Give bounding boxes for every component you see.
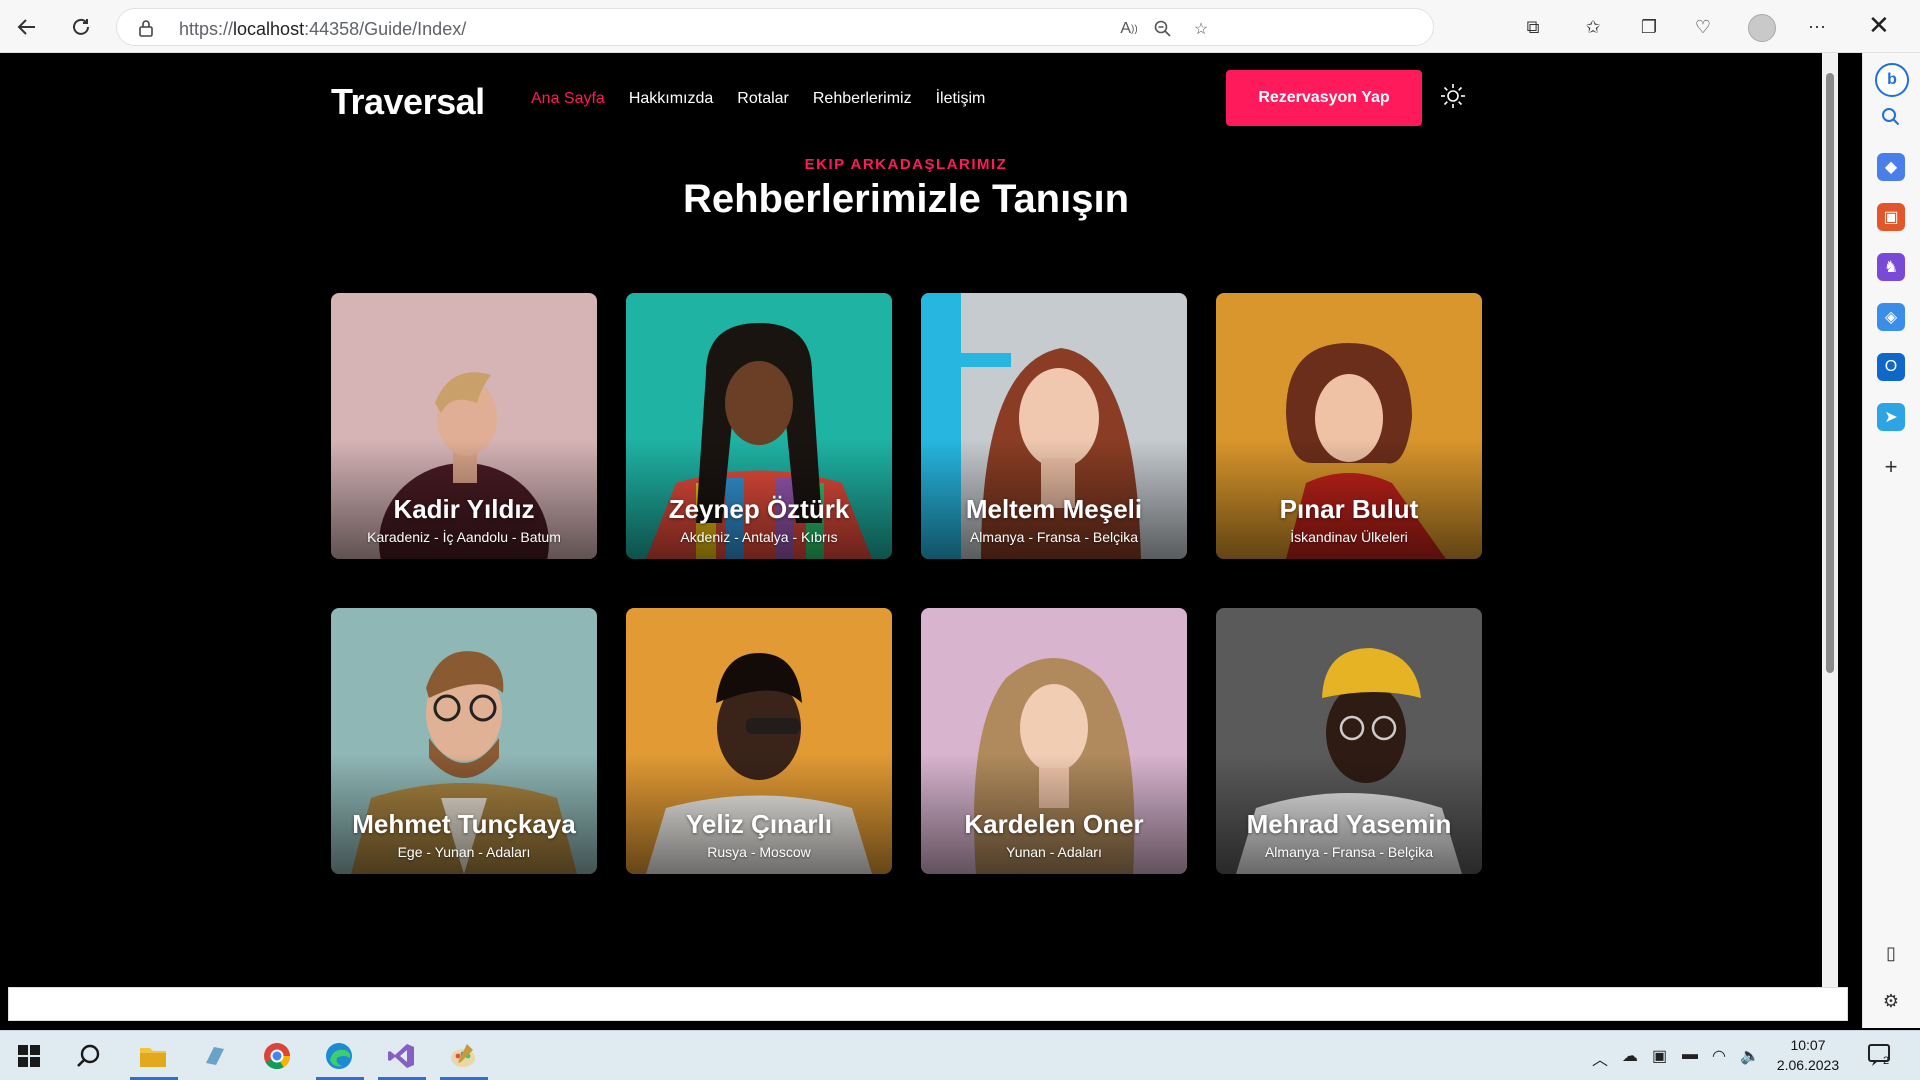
games-icon[interactable]: ♞: [1877, 253, 1905, 281]
guide-route: İskandinav Ülkeleri: [1290, 529, 1408, 545]
guide-route: Rusya - Moscow: [707, 844, 811, 860]
read-aloud-icon[interactable]: A)): [1119, 19, 1139, 39]
favorite-add-icon[interactable]: ☆: [1191, 19, 1211, 39]
site-logo[interactable]: Traversal: [331, 81, 485, 123]
windows-taskbar: ︿ ☁ ▣ ▬ ◠ 🔈 10:07 2.06.2023 2: [0, 1030, 1920, 1080]
search-icon[interactable]: [1877, 103, 1905, 131]
guide-card[interactable]: Yeliz Çınarlı Rusya - Moscow: [626, 608, 892, 874]
menu-item-ana-sayfa[interactable]: Ana Sayfa: [531, 90, 605, 108]
add-icon[interactable]: +: [1877, 453, 1905, 481]
file-explorer-icon[interactable]: [136, 1039, 170, 1073]
url-text: https://localhost:44358/Guide/Index/: [179, 19, 467, 39]
zoom-out-icon[interactable]: [1153, 19, 1173, 39]
guide-name: Zeynep Öztürk: [668, 494, 850, 524]
bing-chat-icon[interactable]: b: [1875, 63, 1909, 97]
status-strip: [8, 987, 1848, 1021]
screen-icon[interactable]: ▣: [1652, 1046, 1667, 1066]
page-scrollbar[interactable]: [1822, 53, 1838, 987]
guide-route: Yunan - Adaları: [1006, 844, 1102, 860]
edge-sidebar: b ◆ ▣ ♞ ◈ O ➤ + ▯ ⚙: [1862, 53, 1920, 1028]
section-eyebrow: EKIP ARKADAŞLARIMIZ: [804, 156, 1008, 173]
microsoft-365-icon[interactable]: ◈: [1877, 303, 1905, 331]
wifi-icon[interactable]: ◠: [1712, 1046, 1726, 1066]
browser-toolbar: https://localhost:44358/Guide/Index/ A))…: [0, 0, 1920, 53]
tools-icon[interactable]: ▣: [1877, 203, 1905, 231]
address-bar[interactable]: https://localhost:44358/Guide/Index/ A))…: [116, 8, 1434, 46]
onedrive-cloud-icon[interactable]: ☁: [1622, 1046, 1638, 1066]
section-heading: Rehberlerimizle Tanışın: [682, 177, 1130, 221]
chevron-up-icon[interactable]: ︿: [1592, 1046, 1608, 1070]
guide-card[interactable]: Meltem Meşeli Almanya - Fransa - Belçika: [921, 293, 1187, 559]
guide-route: Almanya - Fransa - Belçika: [1264, 844, 1434, 860]
guide-name: Kardelen Oner: [964, 809, 1144, 839]
profile-avatar[interactable]: [1748, 14, 1776, 42]
menu-item-iletisim[interactable]: İletişim: [936, 90, 986, 108]
extensions-icon[interactable]: ⧉: [1520, 14, 1546, 40]
menu-item-rotalar[interactable]: Rotalar: [737, 90, 789, 108]
taskbar-search-icon[interactable]: [72, 1039, 106, 1073]
guide-name: Yeliz Çınarlı: [686, 809, 832, 839]
clock-date: 2.06.2023: [1776, 1057, 1840, 1073]
volume-icon[interactable]: 🔈: [1740, 1046, 1760, 1066]
guide-card[interactable]: Pınar Bulut İskandinav Ülkeleri: [1216, 293, 1482, 559]
sidebar-panel-icon[interactable]: ▯: [1877, 939, 1905, 967]
drop-send-icon[interactable]: ➤: [1877, 403, 1905, 431]
paint-icon[interactable]: [446, 1039, 480, 1073]
favorites-icon[interactable]: ✩: [1580, 14, 1606, 40]
app-icon[interactable]: [198, 1039, 232, 1073]
main-menu: Ana Sayfa Hakkımızda Rotalar Rehberlerim…: [531, 90, 985, 108]
windows-start-icon[interactable]: [12, 1039, 46, 1073]
guide-route: Karadeniz - İç Aandolu - Batum: [367, 529, 561, 545]
edge-icon[interactable]: [322, 1039, 356, 1073]
guide-route: Ege - Yunan - Adaları: [397, 844, 531, 860]
scrollbar-thumb[interactable]: [1826, 73, 1834, 673]
guide-card[interactable]: Kardelen Oner Yunan - Adaları: [921, 608, 1187, 874]
guide-name: Mehmet Tunçkaya: [352, 809, 576, 839]
guide-name: Kadir Yıldız: [393, 494, 535, 524]
system-clock[interactable]: 10:07 2.06.2023: [1764, 1035, 1852, 1075]
menu-item-hakkimizda[interactable]: Hakkımızda: [629, 90, 713, 108]
lock-icon: [139, 20, 153, 37]
web-page: Traversal Ana Sayfa Hakkımızda Rotalar R…: [0, 53, 1822, 987]
guide-route: Akdeniz - Antalya - Kıbrıs: [680, 529, 838, 545]
guide-name: Meltem Meşeli: [965, 494, 1143, 524]
visual-studio-icon[interactable]: [384, 1039, 418, 1073]
settings-gear-icon[interactable]: ⚙: [1877, 987, 1905, 1015]
back-arrow-icon[interactable]: [12, 12, 42, 42]
guide-name: Mehrad Yasemin: [1246, 809, 1452, 839]
guide-card[interactable]: Mehrad Yasemin Almanya - Fransa - Belçik…: [1216, 608, 1482, 874]
battery-icon[interactable]: ▬: [1682, 1046, 1698, 1064]
guide-route: Almanya - Fransa - Belçika: [969, 529, 1139, 545]
reservation-button[interactable]: Rezervasyon Yap: [1226, 70, 1422, 126]
guide-card[interactable]: Mehmet Tunçkaya Ege - Yunan - Adaları: [331, 608, 597, 874]
guide-card[interactable]: Zeynep Öztürk Akdeniz - Antalya - Kıbrıs: [626, 293, 892, 559]
guide-card[interactable]: Kadir Yıldız Karadeniz - İç Aandolu - Ba…: [331, 293, 597, 559]
menu-item-rehberlerimiz[interactable]: Rehberlerimiz: [813, 90, 912, 108]
clock-time: 10:07: [1790, 1037, 1826, 1053]
chrome-icon[interactable]: [260, 1039, 294, 1073]
more-options-icon[interactable]: ⋯: [1804, 14, 1830, 40]
close-icon[interactable]: ✕: [1868, 10, 1890, 41]
guide-name: Pınar Bulut: [1279, 494, 1419, 524]
shopping-tag-icon[interactable]: ◆: [1877, 153, 1905, 181]
browser-essentials-icon[interactable]: ♡: [1690, 14, 1716, 40]
notification-count: 2: [1883, 1055, 1890, 1067]
outlook-icon[interactable]: O: [1877, 353, 1905, 381]
collections-icon[interactable]: ❐: [1636, 14, 1662, 40]
sun-icon[interactable]: [1440, 83, 1466, 109]
notification-icon[interactable]: 2: [1866, 1041, 1894, 1069]
refresh-icon[interactable]: [66, 12, 96, 42]
